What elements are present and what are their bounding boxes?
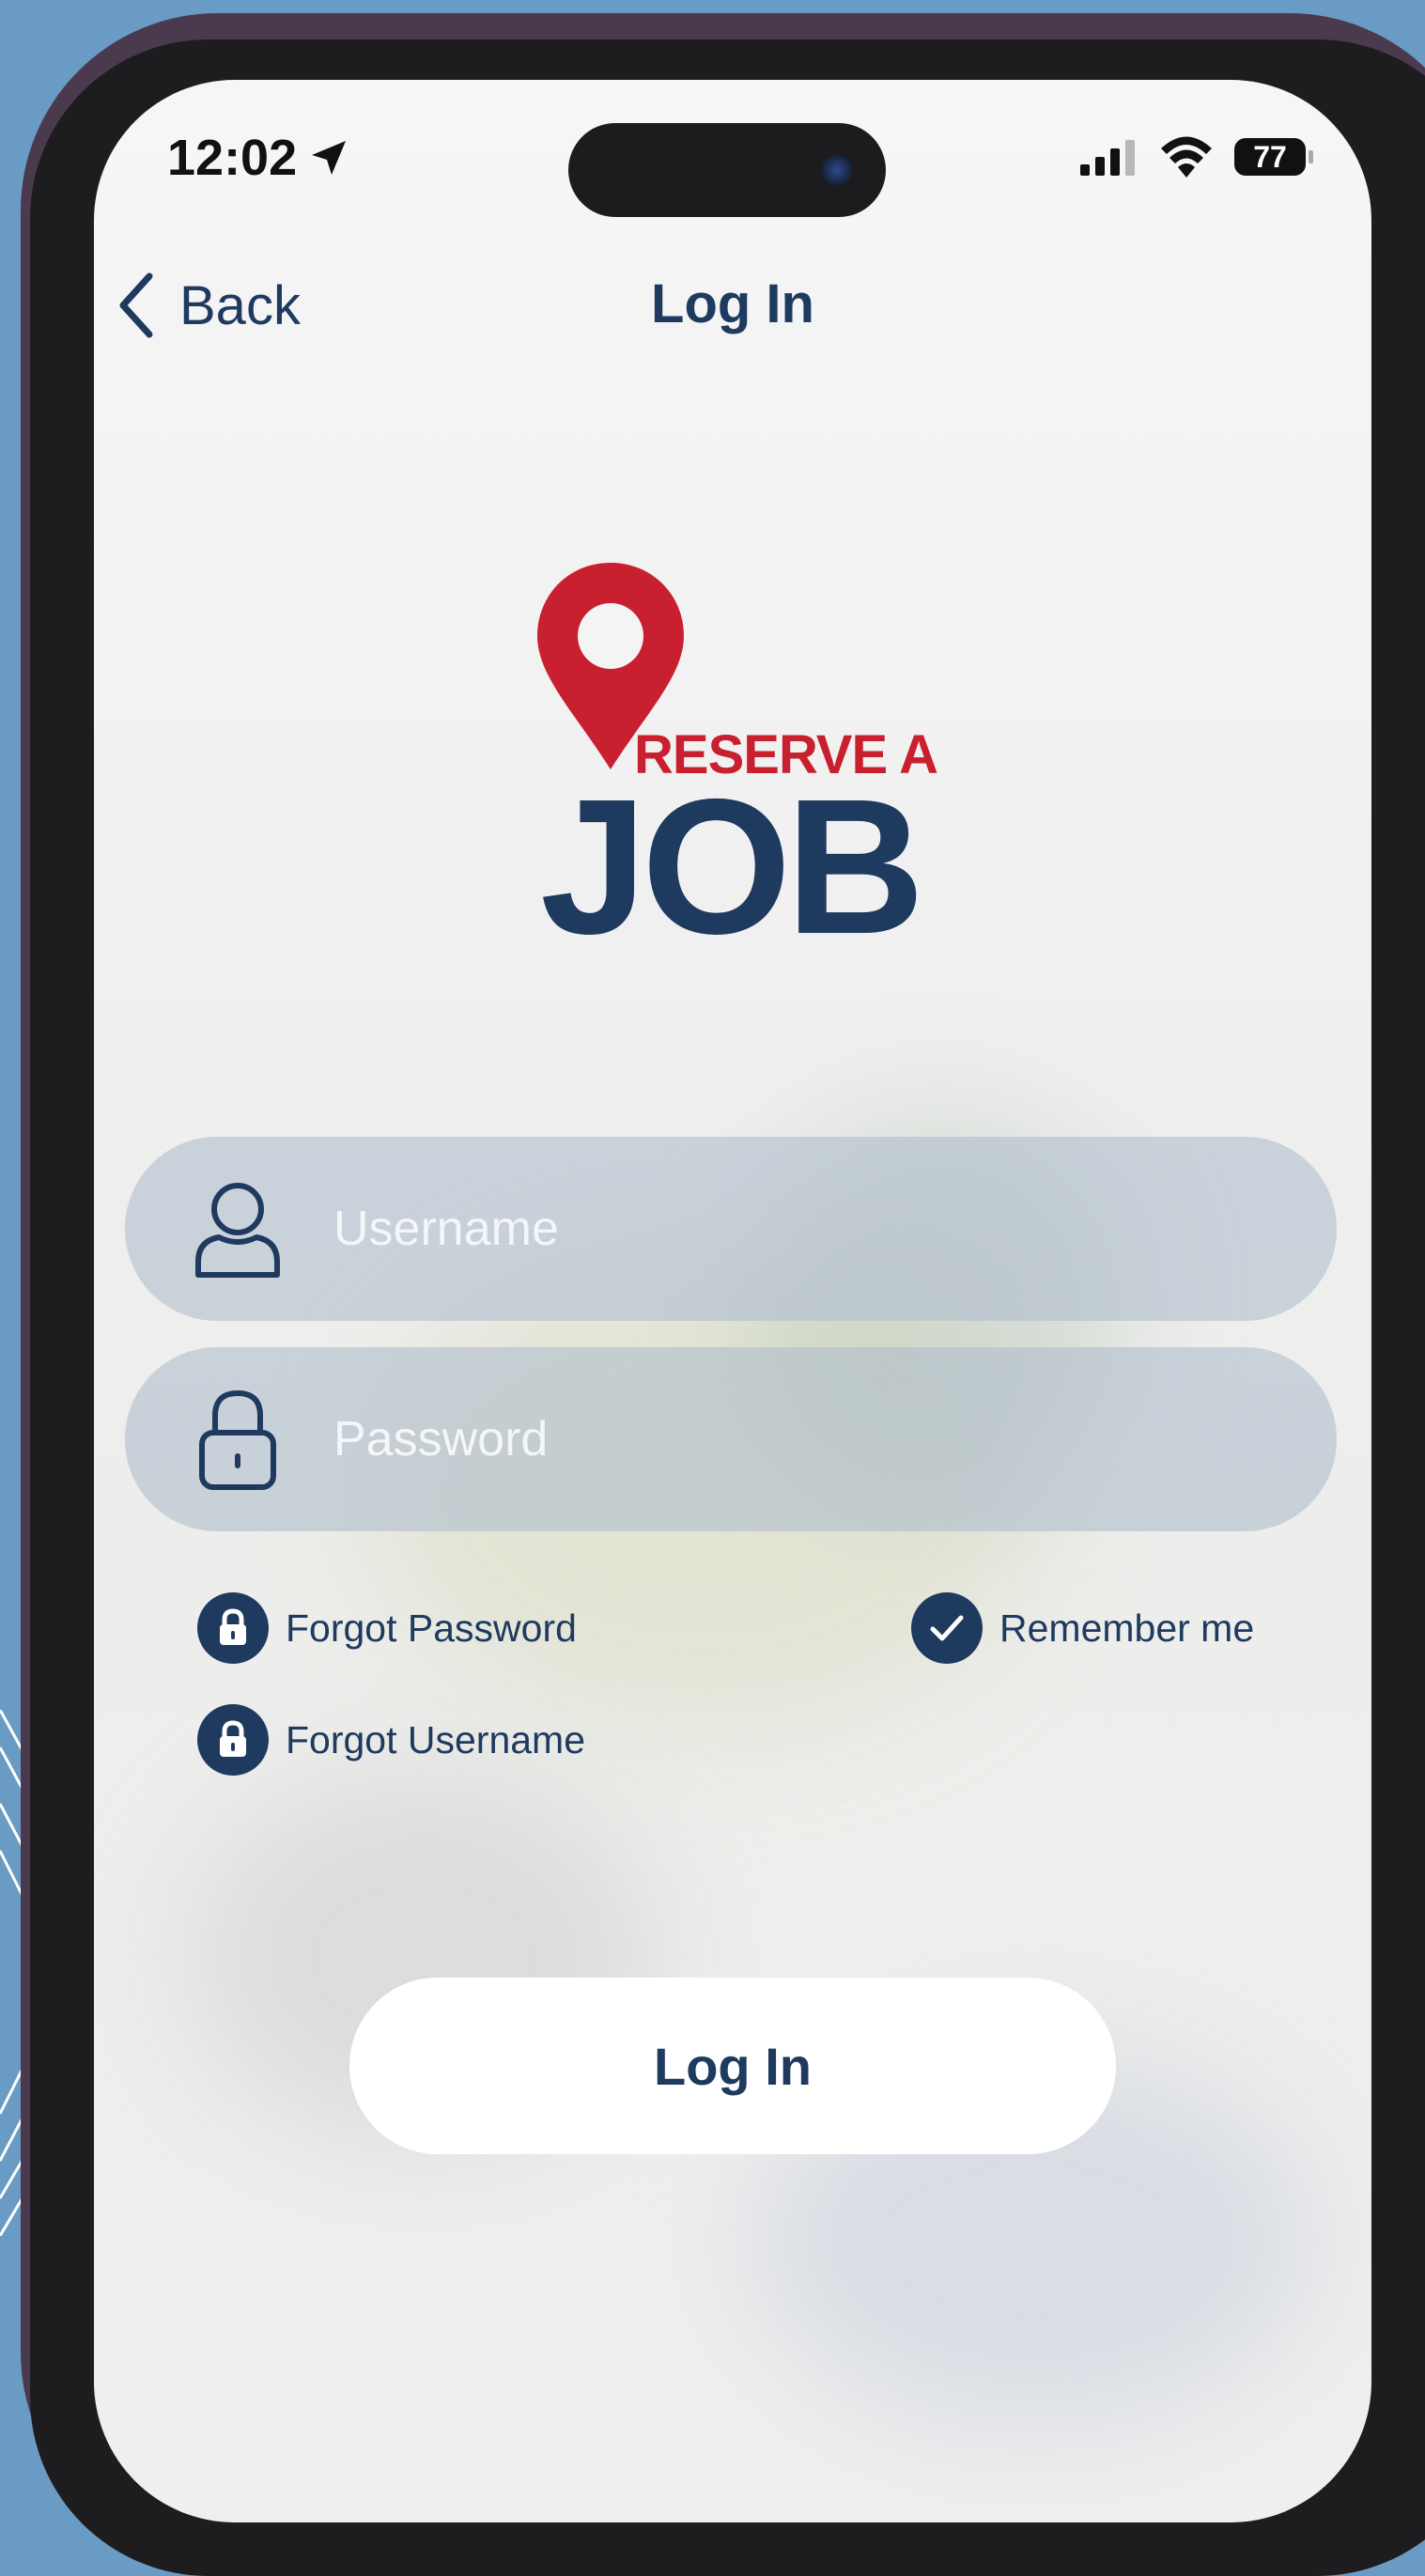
lock-icon xyxy=(197,1704,269,1776)
cellular-signal-icon xyxy=(1080,140,1135,176)
password-field[interactable]: Password xyxy=(125,1347,1337,1531)
battery-icon: 77 xyxy=(1234,138,1313,176)
battery-level: 77 xyxy=(1253,139,1287,174)
lock-icon xyxy=(199,1389,276,1490)
remember-me-label: Remember me xyxy=(999,1606,1255,1650)
user-icon xyxy=(195,1183,280,1278)
log-in-button-label: Log In xyxy=(654,2036,812,2096)
app-screen: 12:02 77 Back Log In RESERVE A JOB Usern… xyxy=(94,80,1371,2522)
forgot-password-link[interactable]: Forgot Password xyxy=(197,1592,577,1664)
logo-wordmark: JOB xyxy=(540,759,925,974)
status-icons: 77 xyxy=(1080,136,1313,178)
forgot-password-label: Forgot Password xyxy=(286,1606,577,1650)
password-placeholder: Password xyxy=(333,1412,549,1466)
forgot-username-link[interactable]: Forgot Username xyxy=(197,1704,585,1776)
dynamic-island xyxy=(568,123,886,217)
camera-icon xyxy=(822,155,852,185)
username-field[interactable]: Username xyxy=(125,1137,1337,1321)
log-in-button[interactable]: Log In xyxy=(349,1978,1116,2154)
wifi-icon xyxy=(1161,136,1212,178)
remember-me-toggle[interactable]: Remember me xyxy=(911,1592,1254,1664)
location-arrow-icon xyxy=(312,141,347,175)
status-time-text: 12:02 xyxy=(167,130,298,186)
checkmark-icon xyxy=(911,1592,983,1664)
status-time: 12:02 xyxy=(167,129,351,187)
username-placeholder: Username xyxy=(333,1202,559,1256)
forgot-username-label: Forgot Username xyxy=(286,1717,586,1761)
page-title: Log In xyxy=(651,273,814,334)
lock-icon xyxy=(197,1592,269,1664)
